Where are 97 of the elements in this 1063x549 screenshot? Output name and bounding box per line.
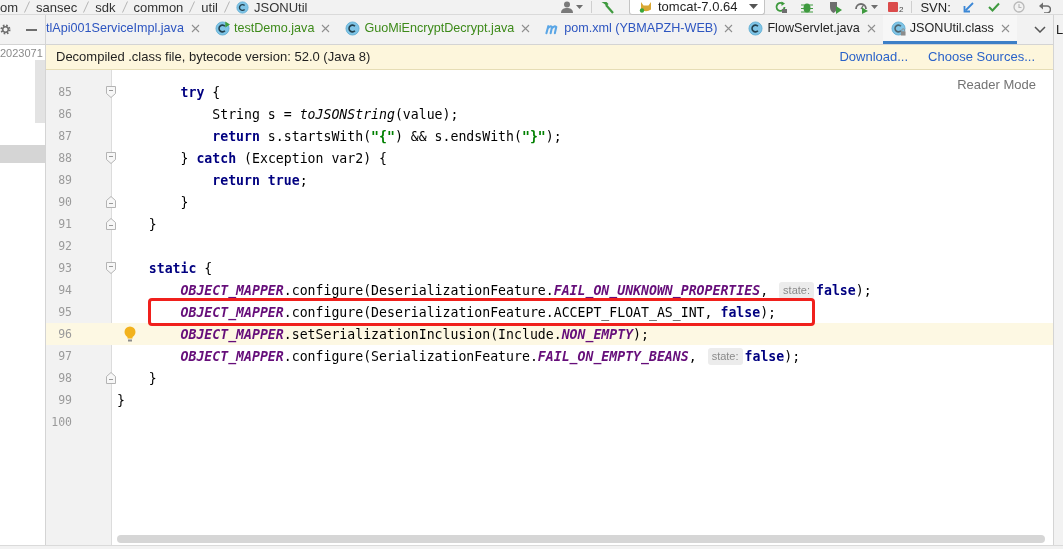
line-number: 94	[58, 283, 72, 297]
separator-icon	[24, 1, 31, 13]
line-number: 90	[58, 195, 72, 209]
code-text: static {	[148, 260, 213, 276]
fold-icon[interactable]	[106, 152, 116, 164]
line-number: 93	[58, 261, 72, 275]
code-text: }	[148, 216, 157, 232]
refresh-icon[interactable]	[775, 1, 787, 13]
tree-item[interactable]: 2023071	[0, 47, 43, 60]
class-lock-icon	[890, 20, 906, 36]
fold-icon[interactable]	[106, 218, 116, 230]
close-icon[interactable]	[866, 23, 876, 33]
caret-icon[interactable]	[576, 5, 583, 9]
banner-action-link[interactable]: Choose Sources...	[928, 47, 1035, 67]
line-number: 96	[58, 327, 72, 341]
cat-icon	[639, 0, 653, 13]
line-number: 87	[58, 129, 72, 143]
code-text: try {	[180, 84, 221, 100]
breadcrumb-item[interactable]: common	[133, 0, 184, 15]
fold-icon[interactable]	[106, 372, 116, 384]
code-text: }	[180, 194, 189, 210]
close-icon[interactable]	[321, 23, 331, 33]
undo-icon[interactable]	[1038, 1, 1051, 13]
fold-icon[interactable]	[106, 262, 116, 274]
close-icon[interactable]	[521, 23, 531, 33]
close-icon[interactable]	[190, 23, 200, 33]
vertical-scrollbar[interactable]	[35, 60, 45, 123]
inlay-hint: state:	[707, 347, 743, 365]
line-number: 99	[58, 393, 72, 407]
fold-icon[interactable]	[106, 86, 116, 98]
gauge-play-icon[interactable]	[855, 0, 868, 14]
editor-tab[interactable]: GuoMiEncryptDecrypt.java	[337, 15, 538, 44]
editor-tab[interactable]: pom.xml (YBMAPZH-WEB)	[537, 15, 741, 44]
separator-icon	[224, 1, 230, 13]
breadcrumb-item[interactable]: sansec	[36, 0, 78, 15]
editor-tab[interactable]: FlowServlet.java	[740, 15, 883, 44]
chevron-down-icon[interactable]	[1034, 26, 1046, 33]
vcs-label: SVN:	[920, 0, 951, 15]
process-count: 2	[899, 5, 904, 14]
class-run-icon	[214, 20, 230, 36]
class-icon	[236, 0, 249, 14]
code-text: OBJECT_MAPPER.setSerializationInclusion(Include.NON_EMPTY);	[180, 326, 649, 342]
line-number: 100	[51, 415, 72, 429]
gear-icon[interactable]	[0, 24, 11, 35]
arrow-icon[interactable]	[962, 1, 974, 13]
line-number: 91	[58, 217, 72, 231]
horizontal-scrollbar[interactable]	[117, 535, 1045, 543]
line-number: 85	[58, 85, 72, 99]
code-text: String s = toJSONString(value);	[212, 106, 459, 122]
code-text: false);	[744, 348, 801, 364]
breadcrumb-item[interactable]: JSONUtil	[236, 0, 308, 15]
caret-icon[interactable]	[871, 5, 878, 9]
run-configuration-dropdown[interactable]: tomcat-7.0.64	[629, 0, 765, 15]
code-text: } catch (Exception var2) {	[180, 150, 387, 166]
shield-play-icon[interactable]	[829, 0, 842, 14]
lightbulb-icon[interactable]	[124, 326, 136, 342]
fold-icon[interactable]	[106, 196, 116, 208]
close-icon[interactable]	[1000, 23, 1010, 33]
person-icon[interactable]	[560, 1, 574, 13]
bug-icon[interactable]	[801, 1, 813, 13]
minus-icon[interactable]	[26, 28, 37, 31]
separator-icon	[83, 1, 90, 13]
line-number: 92	[58, 239, 72, 253]
code-text: OBJECT_MAPPER.configure(DeserializationFeature.ACCEPT_FLOAT_AS_INT, false);	[180, 304, 777, 320]
breadcrumb-item[interactable]: sdk	[95, 0, 116, 15]
close-icon[interactable]	[724, 23, 734, 33]
line-number: 98	[58, 371, 72, 385]
editor-tab[interactable]: tlApi001ServiceImpl.java	[46, 15, 207, 44]
breadcrumb-item[interactable]: om	[0, 0, 19, 15]
code-text: OBJECT_MAPPER.configure(DeserializationFeature.FAIL_ON_UNKNOWN_PROPERTIES,	[180, 282, 769, 298]
check-icon[interactable]	[987, 2, 1000, 12]
line-number: 88	[58, 151, 72, 165]
editor-tab[interactable]: testDemo.java	[206, 15, 338, 44]
breadcrumb-item[interactable]: util	[201, 0, 218, 15]
banner-action-link[interactable]: Download...	[839, 47, 909, 67]
line-number: 95	[58, 305, 72, 319]
caret-icon	[749, 4, 758, 9]
line-number: 86	[58, 107, 72, 121]
side-panel-label[interactable]: L	[1056, 22, 1063, 37]
code-text: OBJECT_MAPPER.configure(SerializationFeature.FAIL_ON_EMPTY_BEANS,	[180, 348, 697, 364]
clock-icon[interactable]	[1012, 1, 1025, 13]
hammer-icon[interactable]	[600, 0, 614, 14]
separator-icon	[121, 1, 128, 13]
code-text: return true;	[212, 172, 308, 188]
separator-icon	[189, 1, 196, 13]
editor-tab[interactable]: JSONUtil.class	[882, 15, 1017, 44]
reader-mode-link[interactable]: Reader Mode	[957, 77, 1036, 93]
line-number: 97	[58, 349, 72, 363]
line-number: 89	[58, 173, 72, 187]
code-text: }	[117, 392, 125, 408]
code-text: }	[148, 370, 157, 386]
class-icon	[345, 20, 361, 36]
code-text: return s.startsWith("{") && s.endsWith("}");	[212, 128, 562, 144]
code-text: false);	[816, 282, 872, 298]
banner-message: Decompiled .class file, bytecode version: 52.0 (Java 8)	[56, 48, 371, 67]
class-icon	[748, 20, 764, 36]
inlay-hint: state:	[779, 281, 814, 299]
